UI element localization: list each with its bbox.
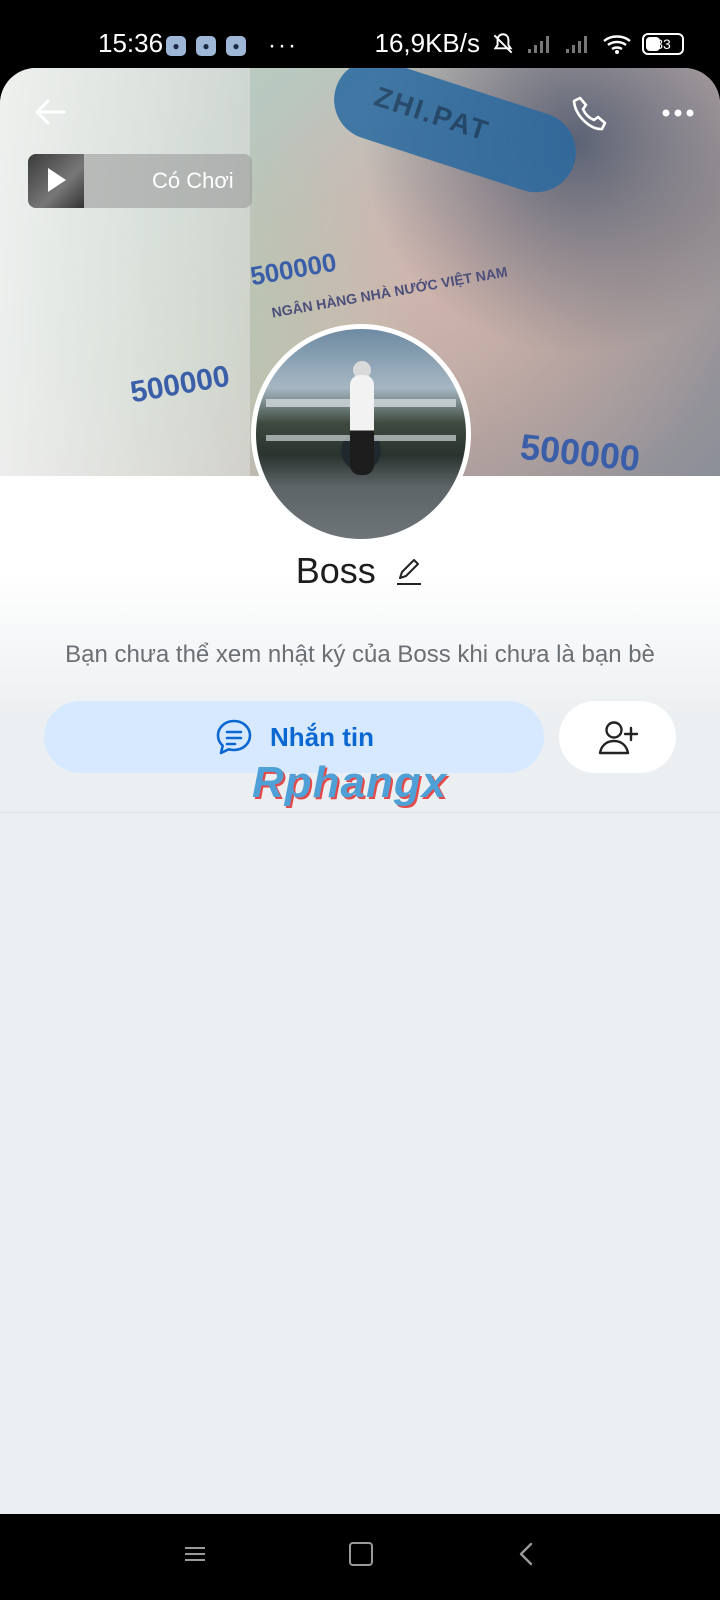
system-navigation-bar xyxy=(0,1514,720,1600)
avatar-person xyxy=(350,375,374,475)
mute-bell-icon xyxy=(493,32,513,53)
divider xyxy=(0,812,720,813)
phone-icon[interactable] xyxy=(568,92,612,136)
profile-music[interactable]: Có Chơi xyxy=(28,154,252,208)
battery-level-text: 33 xyxy=(655,35,671,52)
play-icon[interactable] xyxy=(48,168,66,192)
avatar[interactable] xyxy=(251,324,471,544)
cover-strap: ZHI.PAT xyxy=(323,68,587,203)
back-arrow-icon[interactable] xyxy=(30,92,70,132)
privacy-note: Bạn chưa thể xem nhật ký của Boss khi ch… xyxy=(65,641,655,668)
add-user-icon xyxy=(598,721,638,755)
battery-icon: 33 xyxy=(642,32,684,55)
menu-icon[interactable] xyxy=(184,1546,206,1562)
profile-name: Boss xyxy=(295,550,376,591)
notification-app-icon: ● xyxy=(196,36,216,56)
signal-icon xyxy=(566,35,587,53)
notification-app-icon: ● xyxy=(226,36,246,56)
notification-icons: ● ● ● ··· xyxy=(166,32,298,60)
more-icon[interactable] xyxy=(660,98,696,128)
status-right: 16,9KB/s 33 xyxy=(374,28,684,59)
profile-screen: ZHI.PAT 500000 NGÂN HÀNG NHÀ NƯỚC VIỆT N… xyxy=(0,68,720,1514)
music-title: Có Chơi xyxy=(152,168,234,193)
notification-app-icon: ● xyxy=(166,36,186,56)
signal-icon xyxy=(528,35,549,53)
message-button-label: Nhắn tin xyxy=(270,721,374,752)
network-speed: 16,9KB/s xyxy=(374,28,480,58)
edit-icon[interactable] xyxy=(394,556,424,586)
name-row: Boss xyxy=(0,550,720,592)
status-time: 15:36 xyxy=(98,28,164,58)
music-thumbnail xyxy=(28,154,84,208)
notification-more-indicator: ··· xyxy=(268,32,298,59)
banknote-value: 500000 xyxy=(247,246,339,292)
chat-icon xyxy=(216,719,252,755)
nav-back-icon[interactable] xyxy=(518,1542,534,1566)
watermark: Rphangx xyxy=(252,758,448,807)
banknote-value: 500000 xyxy=(518,425,643,480)
home-icon[interactable] xyxy=(349,1542,373,1566)
add-friend-button[interactable] xyxy=(559,701,676,773)
wifi-icon xyxy=(603,34,631,54)
cover-strap-text: ZHI.PAT xyxy=(370,80,494,147)
